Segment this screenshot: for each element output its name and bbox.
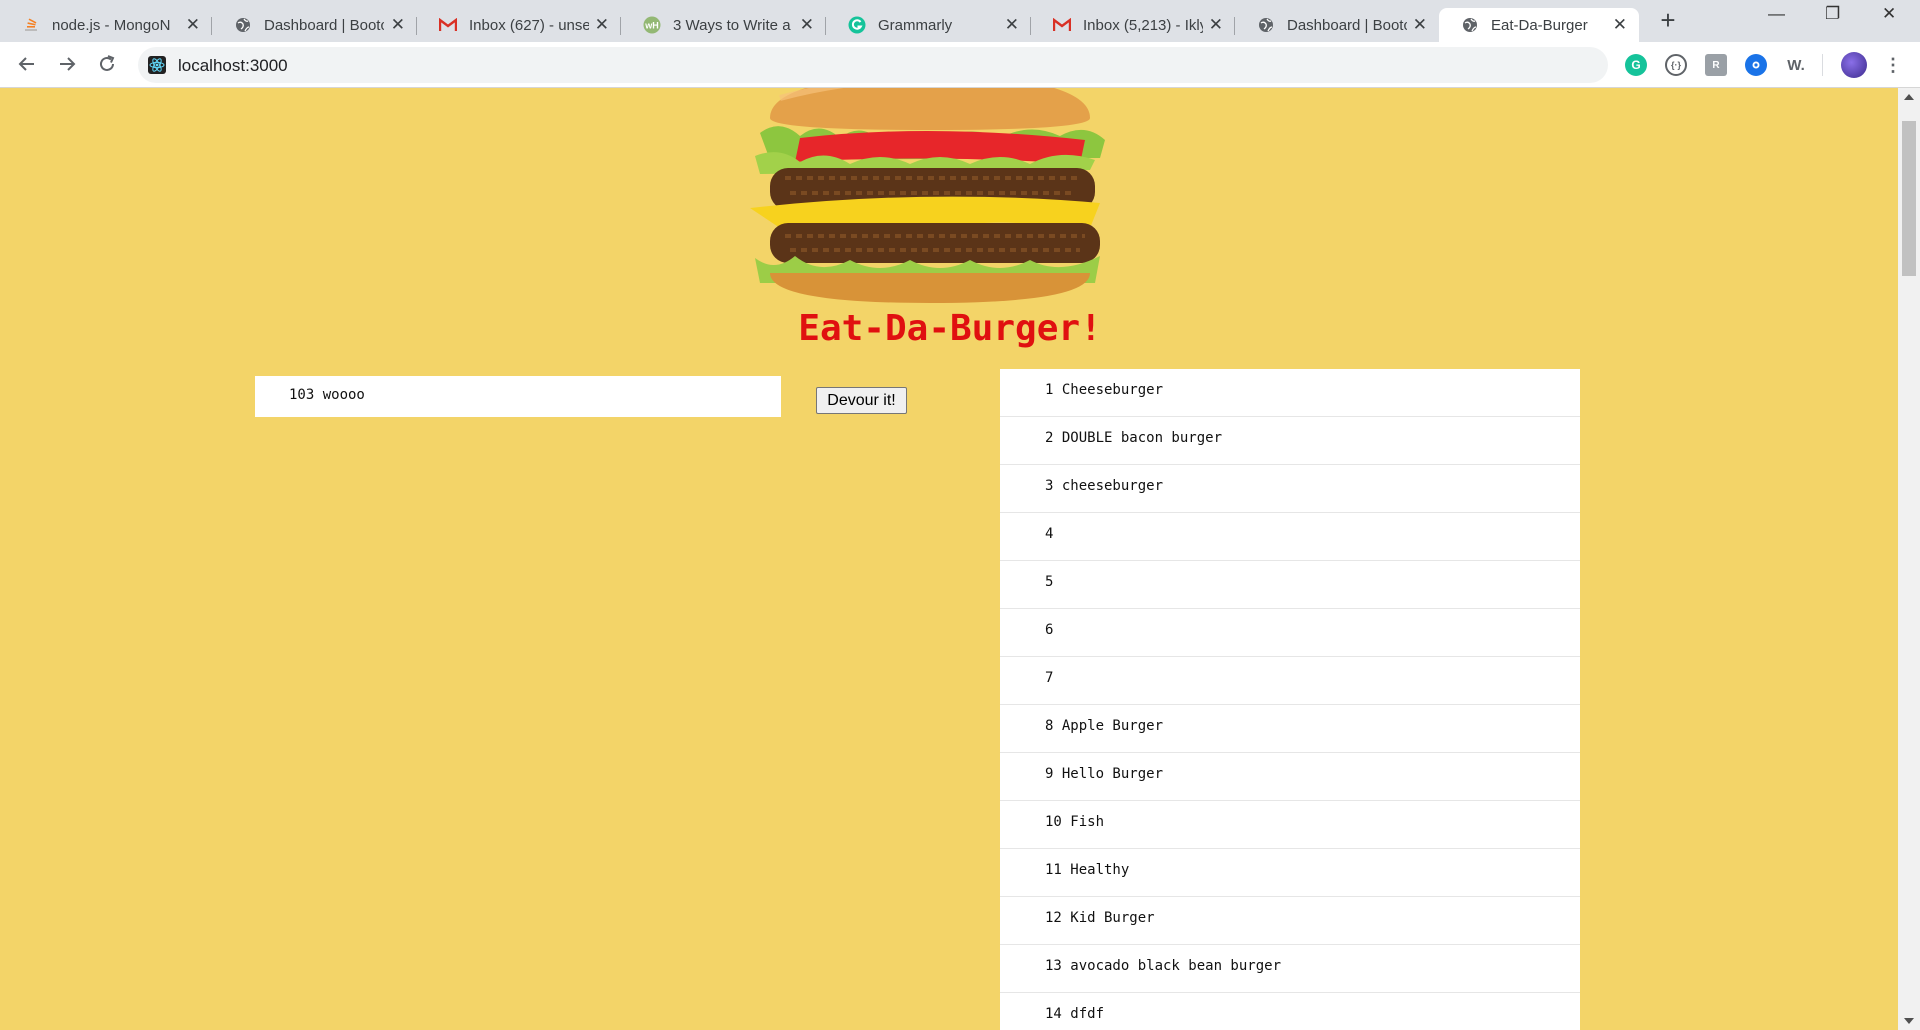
eye-icon[interactable] — [1745, 54, 1767, 76]
forward-button[interactable] — [56, 54, 78, 76]
browser-toolbar: localhost:3000 G {·} R W. ⋮ — [0, 42, 1920, 88]
tab-title: node.js - MongoN — [52, 16, 171, 34]
tab-inbox-5213[interactable]: Inbox (5,213) - Ikly ✕ — [1031, 8, 1235, 42]
reload-icon — [100, 55, 115, 71]
list-item: 5 — [1000, 561, 1580, 609]
tab-dashboard-2[interactable]: Dashboard | Bootc ✕ — [1235, 8, 1439, 42]
minimize-button[interactable]: — — [1768, 4, 1785, 24]
burger-input[interactable]: 103 woooo — [289, 387, 365, 403]
wordtune-icon[interactable]: W. — [1785, 54, 1807, 76]
tab-title: Dashboard | Bootc — [264, 16, 384, 34]
burger-illustration — [750, 88, 1105, 303]
list-item: 2 DOUBLE bacon burger — [1000, 417, 1580, 465]
toolbar-divider — [1822, 54, 1823, 76]
tab-title: Eat-Da-Burger — [1491, 16, 1588, 34]
list-item: 6 — [1000, 609, 1580, 657]
tab-3-ways[interactable]: wH 3 Ways to Write a ✕ — [621, 8, 826, 42]
tab-strip: node.js - MongoN ✕ Dashboard | Bootc ✕ I… — [0, 0, 1920, 42]
tab-title: 3 Ways to Write a — [673, 16, 791, 34]
tab-eat-da-burger[interactable]: Eat-Da-Burger ✕ — [1439, 8, 1639, 42]
list-item: 14 dfdf — [1000, 993, 1580, 1030]
address-bar[interactable]: localhost:3000 — [138, 47, 1608, 83]
react-icon — [148, 56, 166, 74]
tab-inbox-627[interactable]: Inbox (627) - unse ✕ — [417, 8, 621, 42]
tab-dashboard-1[interactable]: Dashboard | Bootc ✕ — [212, 8, 417, 42]
code-icon[interactable]: {·} — [1665, 54, 1687, 76]
rk-icon[interactable]: R — [1705, 54, 1727, 76]
list-item: 7 — [1000, 657, 1580, 705]
tab-close-icon[interactable]: ✕ — [391, 16, 405, 34]
list-item: 8 Apple Burger — [1000, 705, 1580, 753]
globe-icon — [1257, 16, 1275, 34]
tab-close-icon[interactable]: ✕ — [186, 16, 200, 34]
burger-list: 1 Cheeseburger 2 DOUBLE bacon burger 3 c… — [1000, 369, 1580, 1030]
page-title: Eat-Da-Burger! — [798, 308, 1102, 349]
gmail-icon — [1053, 16, 1071, 34]
list-item: 12 Kid Burger — [1000, 897, 1580, 945]
tab-close-icon[interactable]: ✕ — [1613, 16, 1627, 34]
scroll-up-arrow-icon[interactable] — [1904, 94, 1914, 100]
reload-button[interactable] — [96, 54, 118, 76]
list-item: 13 avocado black bean burger — [1000, 945, 1580, 993]
tab-close-icon[interactable]: ✕ — [800, 16, 814, 34]
new-tab-button[interactable]: + — [1657, 7, 1679, 33]
gmail-icon — [439, 16, 457, 34]
scrollbar-thumb[interactable] — [1902, 121, 1916, 276]
tab-close-icon[interactable]: ✕ — [1413, 16, 1427, 34]
list-item: 3 cheeseburger — [1000, 465, 1580, 513]
devour-button[interactable]: Devour it! — [816, 387, 907, 414]
tab-title: Inbox (5,213) - Ikly — [1083, 16, 1203, 34]
tab-close-icon[interactable]: ✕ — [1005, 16, 1019, 34]
page-body: Eat-Da-Burger! 103 woooo Devour it! 1 Ch… — [0, 88, 1898, 1030]
burger-form: 103 woooo — [255, 376, 781, 417]
grammarly-icon — [848, 16, 866, 34]
tab-title: Dashboard | Bootc — [1287, 16, 1407, 34]
tab-title: Grammarly — [878, 16, 953, 34]
list-item: 10 Fish — [1000, 801, 1580, 849]
arrow-right-icon — [60, 57, 76, 71]
wikihow-icon: wH — [643, 16, 661, 34]
scroll-down-arrow-icon[interactable] — [1904, 1018, 1914, 1024]
url-text: localhost:3000 — [178, 56, 288, 75]
page-scrollbar[interactable] — [1898, 88, 1920, 1030]
stack-overflow-icon — [22, 16, 40, 34]
back-button[interactable] — [16, 54, 38, 76]
globe-icon — [1461, 16, 1479, 34]
list-item: 11 Healthy — [1000, 849, 1580, 897]
arrow-left-icon — [18, 57, 34, 71]
tab-close-icon[interactable]: ✕ — [1209, 16, 1223, 34]
close-window-button[interactable]: ✕ — [1882, 4, 1896, 24]
tab-grammarly[interactable]: Grammarly ✕ — [826, 8, 1031, 42]
svg-text:wH: wH — [644, 21, 659, 31]
tab-node-mongo[interactable]: node.js - MongoN ✕ — [0, 8, 212, 42]
globe-icon — [234, 16, 252, 34]
tab-title: Inbox (627) - unse — [469, 16, 589, 34]
list-item: 1 Cheeseburger — [1000, 369, 1580, 417]
menu-kebab-icon[interactable]: ⋮ — [1882, 54, 1904, 76]
list-item: 4 — [1000, 513, 1580, 561]
grammarly-icon[interactable]: G — [1625, 54, 1647, 76]
list-item: 9 Hello Burger — [1000, 753, 1580, 801]
profile-avatar-icon[interactable] — [1841, 52, 1867, 78]
restore-button[interactable]: ❐ — [1825, 4, 1840, 24]
tab-close-icon[interactable]: ✕ — [595, 16, 609, 34]
